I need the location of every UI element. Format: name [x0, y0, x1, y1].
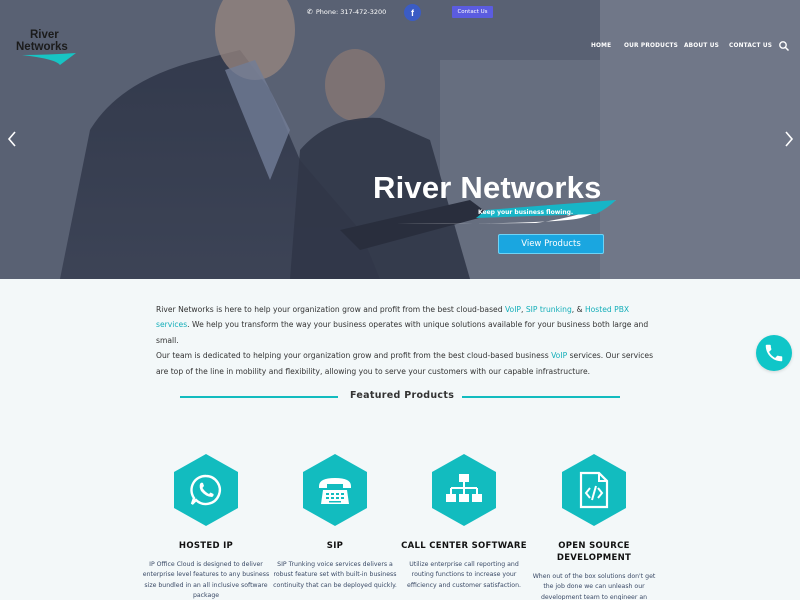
product-hex: [430, 452, 498, 528]
hero-banner: [0, 0, 800, 279]
floating-call-button[interactable]: [756, 335, 792, 371]
sip-trunking-link[interactable]: SIP trunking: [526, 305, 572, 314]
nav-home[interactable]: HOME: [591, 43, 611, 49]
network-diagram-icon: [446, 474, 482, 502]
voip-link-2[interactable]: VoIP: [551, 351, 567, 360]
product-card-sip[interactable]: SIP SIP Trunking voice services delivers…: [265, 452, 405, 591]
voip-link[interactable]: VoIP: [505, 305, 521, 314]
intro-text: River Networks is here to help your orga…: [156, 305, 654, 376]
telephone-icon: [319, 478, 351, 504]
product-description: Utilize enterprise call reporting and ro…: [407, 561, 521, 589]
site-logo[interactable]: River Networks: [14, 29, 76, 67]
product-description: SIP Trunking voice services delivers a r…: [273, 561, 397, 589]
product-title: OPEN SOURCE DEVELOPMENT: [556, 541, 632, 563]
product-card-call-center[interactable]: CALL CENTER SOFTWARE Utilize enterprise …: [394, 452, 534, 591]
product-description: When out of the box solutions don't get …: [532, 573, 656, 600]
facebook-button[interactable]: f: [404, 4, 421, 21]
whatsapp-icon: [190, 474, 221, 506]
featured-divider-left: [180, 396, 338, 398]
topbar-phone[interactable]: ✆ Phone: 317-472-3200: [307, 8, 386, 16]
logo-swoosh-icon: [22, 53, 76, 65]
code-file-icon: [579, 471, 609, 509]
nav-our-products[interactable]: OUR PRODUCTS: [624, 43, 678, 49]
logo-line1: River: [30, 29, 59, 41]
logo-line2: Networks: [16, 41, 68, 53]
view-products-button[interactable]: View Products: [498, 234, 604, 254]
slider-prev-icon[interactable]: [6, 130, 18, 148]
product-hex: [172, 452, 240, 528]
product-title: HOSTED IP: [178, 541, 234, 551]
topbar-phone-text: Phone: 317-472-3200: [315, 8, 387, 16]
product-description: IP Office Cloud is designed to deliver e…: [142, 561, 270, 599]
product-hex: [301, 452, 369, 528]
nav-contact-us[interactable]: CONTACT US: [729, 43, 772, 49]
featured-divider-right: [462, 396, 620, 398]
hero-tagline: Keep your business flowing.: [478, 209, 574, 216]
product-card-open-source[interactable]: OPEN SOURCE DEVELOPMENT When out of the …: [524, 452, 664, 600]
phone-icon: ✆: [307, 8, 313, 16]
slider-next-icon[interactable]: [783, 130, 795, 148]
search-icon[interactable]: [778, 40, 790, 52]
nav-about-us[interactable]: ABOUT US: [684, 43, 719, 49]
topbar-contact-button[interactable]: Contact Us: [452, 6, 493, 18]
phone-icon: [765, 344, 783, 362]
product-card-hosted-ip[interactable]: HOSTED IP IP Office Cloud is designed to…: [136, 452, 276, 600]
product-hex: [560, 452, 628, 528]
product-title: SIP: [326, 541, 344, 551]
facebook-icon: f: [411, 7, 414, 18]
product-title: CALL CENTER SOFTWARE: [401, 541, 527, 551]
featured-products-heading: Featured Products: [350, 390, 455, 401]
